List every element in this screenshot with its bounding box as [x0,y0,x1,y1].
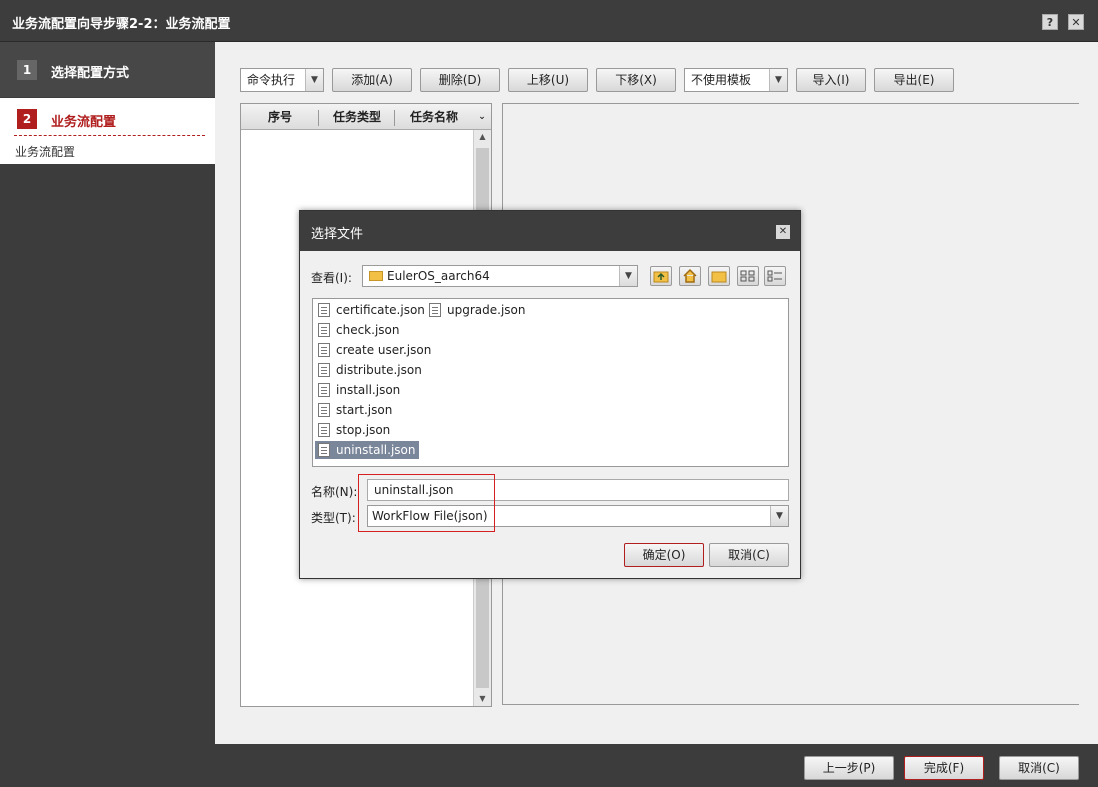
folder-icon [369,271,383,281]
cancel-button[interactable]: 取消(C) [999,756,1079,780]
file-item[interactable]: check.json [315,321,399,339]
home-icon[interactable] [679,266,701,286]
file-icon [318,403,330,417]
finish-button[interactable]: 完成(F) [904,756,984,780]
window-title: 业务流配置向导步骤2-2：业务流配置 [12,17,231,32]
step-number: 2 [17,109,37,129]
column-header-index[interactable]: 序号 [241,104,319,130]
help-icon[interactable]: ? [1042,14,1058,30]
step-label: 选择配置方式 [51,66,130,81]
file-name: install.json [336,383,401,397]
step-label: 业务流配置 [51,115,117,130]
footer-bar: 上一步(P) 完成(F) 取消(C) [0,744,1098,787]
file-icon [429,303,441,317]
up-folder-icon[interactable] [650,266,672,286]
dialog-title: 选择文件 [311,227,364,242]
step-select-config-method[interactable]: 1 选择配置方式 [0,42,215,97]
new-folder-icon[interactable] [708,266,730,286]
file-item-selected[interactable]: uninstall.json [315,441,420,459]
look-in-value: EulerOS_aarch64 [387,269,490,283]
close-icon[interactable]: ✕ [1068,14,1084,30]
chevron-down-icon[interactable]: ▼ [305,69,323,91]
chevron-down-icon[interactable]: ▼ [619,266,637,286]
file-name: distribute.json [336,363,422,377]
template-select[interactable]: 不使用模板 ▼ [684,68,788,92]
file-chooser-dialog: 选择文件 ✕ 查看(I): EulerOS_aarch64 ▼ certific… [299,210,801,579]
file-name: check.json [336,323,400,337]
chevron-down-icon[interactable]: ▼ [770,506,788,526]
file-icon [318,443,330,457]
dialog-titlebar: 选择文件 ✕ [300,211,800,251]
prev-step-button[interactable]: 上一步(P) [804,756,894,780]
file-name: certificate.json [336,303,425,317]
file-icon [318,343,330,357]
file-name: create user.json [336,343,432,357]
column-header-task-type[interactable]: 任务类型 [319,104,395,130]
step-divider [14,135,205,136]
file-icon [318,423,330,437]
chevron-down-icon[interactable]: ▼ [769,69,787,91]
file-name-label: 名称(N): [311,485,358,499]
file-name: start.json [336,403,393,417]
step-workflow-config[interactable]: 2 业务流配置 业务流配置 [0,98,215,164]
dialog-cancel-button[interactable]: 取消(C) [709,543,789,567]
template-value: 不使用模板 [691,73,752,87]
file-icon [318,383,330,397]
file-item[interactable]: install.json [315,381,400,399]
export-button[interactable]: 导出(E) [874,68,954,92]
window-titlebar: 业务流配置向导步骤2-2：业务流配置 ? ✕ [0,0,1098,42]
file-item[interactable]: certificate.json [315,301,425,319]
add-button[interactable]: 添加(A) [332,68,412,92]
file-icon [318,363,330,377]
file-icon [318,303,330,317]
import-button[interactable]: 导入(I) [796,68,866,92]
list-view-icon[interactable] [737,266,759,286]
file-item[interactable]: create user.json [315,341,431,359]
file-item[interactable]: distribute.json [315,361,422,379]
file-list[interactable]: certificate.json upgrade.json check.json… [312,298,789,467]
exec-type-value: 命令执行 [247,73,296,87]
highlight-box [358,474,495,532]
column-menu-icon[interactable]: ⌄ [473,104,491,130]
file-icon [318,323,330,337]
details-view-icon[interactable] [764,266,786,286]
move-up-button[interactable]: 上移(U) [508,68,588,92]
file-name: stop.json [336,423,391,437]
move-down-button[interactable]: 下移(X) [596,68,676,92]
close-icon[interactable]: ✕ [776,225,790,239]
file-type-label: 类型(T): [311,511,356,525]
step-number: 1 [17,60,37,80]
look-in-select[interactable]: EulerOS_aarch64 ▼ [362,265,638,287]
ok-button[interactable]: 确定(O) [624,543,704,567]
look-in-label: 查看(I): [311,271,352,285]
scroll-up-icon[interactable]: ▲ [474,130,491,144]
file-item[interactable]: upgrade.json [426,301,525,319]
file-item[interactable]: stop.json [315,421,390,439]
column-header-task-name[interactable]: 任务名称 [395,104,473,130]
exec-type-select[interactable]: 命令执行 ▼ [240,68,324,92]
wizard-steps: 1 选择配置方式 2 业务流配置 业务流配置 [0,42,215,744]
file-name: upgrade.json [447,303,526,317]
file-name: uninstall.json [336,443,416,457]
file-item[interactable]: start.json [315,401,392,419]
scroll-down-icon[interactable]: ▼ [474,692,491,706]
substep-workflow-config[interactable]: 业务流配置 [15,143,75,160]
delete-button[interactable]: 删除(D) [420,68,500,92]
